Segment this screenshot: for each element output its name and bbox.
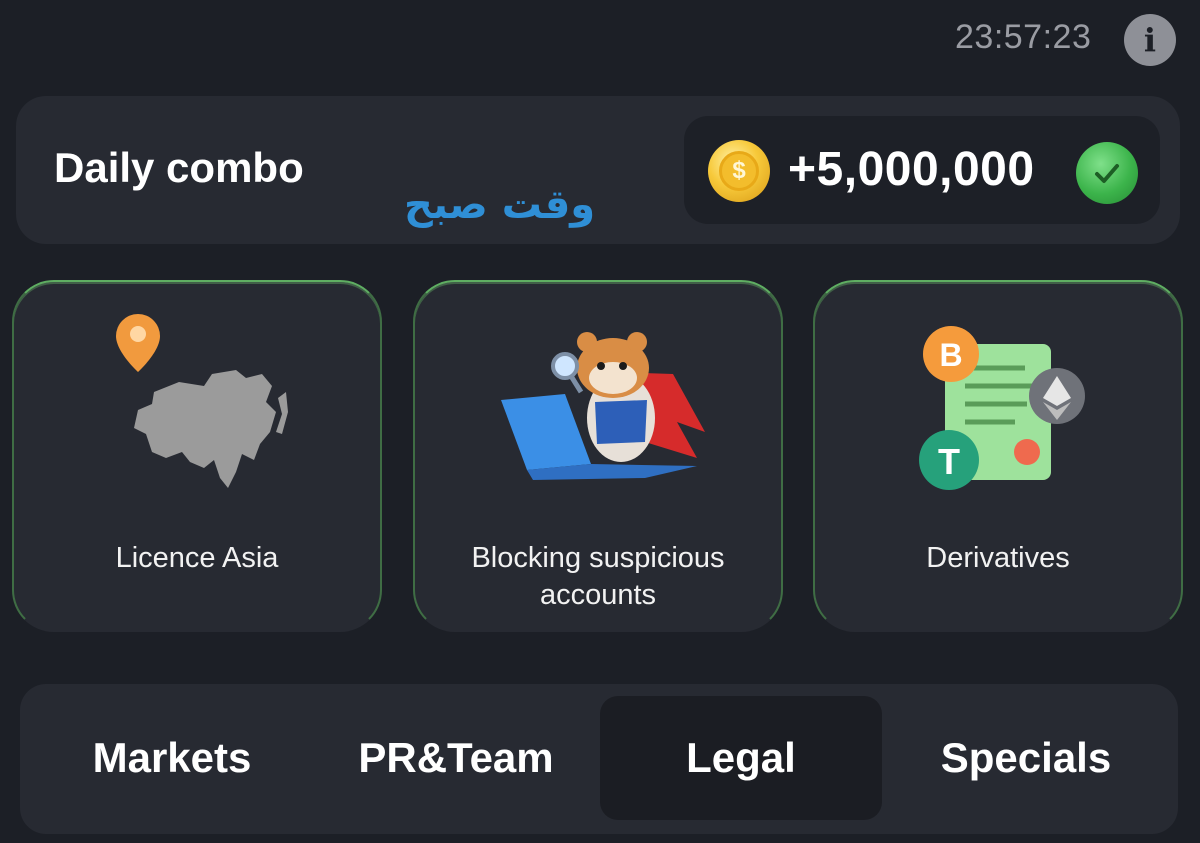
combo-card-blocking-suspicious-accounts[interactable]: Blocking suspicious accounts — [413, 280, 783, 632]
combo-card-derivatives[interactable]: B T Derivatives — [813, 280, 1183, 632]
tab-markets[interactable]: Markets — [30, 696, 314, 820]
crypto-document-icon: B T — [919, 326, 1085, 490]
asia-map-icon — [116, 314, 288, 488]
category-tab-bar: Markets PR&Team Legal Specials — [20, 684, 1178, 834]
clock-time: 23:57:23 — [955, 18, 1092, 56]
card-label: Derivatives — [926, 542, 1070, 574]
coin-icon: $ — [708, 140, 770, 202]
coin-symbol: $ — [719, 151, 759, 191]
daily-combo-panel: Daily combo وقت صبح $ +5,000,000 — [16, 96, 1180, 244]
overlay-watermark-text: وقت صبح — [404, 182, 596, 228]
svg-text:T: T — [938, 441, 960, 482]
card-label: Licence Asia — [115, 542, 279, 574]
tab-pr-team[interactable]: PR&Team — [314, 696, 598, 820]
combo-reward: $ +5,000,000 — [684, 116, 1160, 224]
info-icon[interactable]: i — [1124, 14, 1176, 66]
tab-specials[interactable]: Specials — [884, 696, 1168, 820]
hamster-laptop-icon — [501, 332, 705, 480]
daily-combo-title: Daily combo — [54, 144, 304, 191]
info-glyph: i — [1143, 21, 1157, 59]
svg-text:B: B — [939, 337, 962, 373]
check-circle-icon — [1076, 142, 1138, 204]
card-label: Blocking suspicious accounts — [471, 542, 725, 611]
reward-amount: +5,000,000 — [788, 143, 1035, 196]
combo-card-licence-asia[interactable]: Licence Asia — [12, 280, 382, 632]
tab-legal[interactable]: Legal — [600, 696, 882, 820]
